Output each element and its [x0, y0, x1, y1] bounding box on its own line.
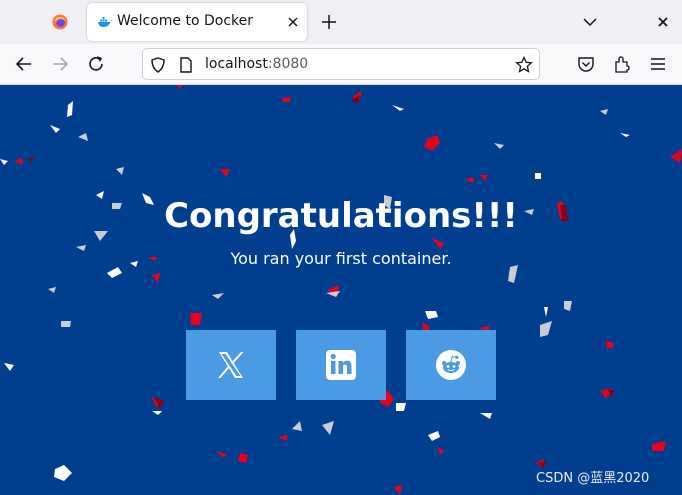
tab-strip: Welcome to Docker: [0, 0, 682, 44]
x-share-button[interactable]: [186, 330, 276, 400]
address-bar[interactable]: localhost:8080: [142, 48, 540, 80]
chevron-down-icon[interactable]: [580, 12, 600, 32]
congratulations-heading: Congratulations!!!: [164, 196, 518, 236]
menu-hamburger-icon[interactable]: [648, 54, 668, 74]
bookmark-star-icon[interactable]: [515, 56, 533, 74]
pocket-icon[interactable]: [576, 54, 596, 74]
browser-tab-active[interactable]: Welcome to Docker: [87, 3, 307, 41]
shield-icon[interactable]: [149, 56, 167, 74]
url-host: localhost: [205, 56, 268, 72]
back-arrow-icon[interactable]: [14, 54, 34, 74]
confetti-decoration: [0, 85, 682, 495]
firefox-icon[interactable]: [52, 14, 68, 30]
new-tab-icon[interactable]: [318, 11, 340, 33]
close-tab-icon[interactable]: [283, 12, 303, 32]
reddit-share-button[interactable]: [406, 330, 496, 400]
reddit-icon: [436, 350, 466, 380]
docker-whale-icon: [98, 17, 113, 27]
reload-icon[interactable]: [86, 54, 106, 74]
x-icon: [218, 352, 244, 378]
page-content: Congratulations!!! You ran your first co…: [0, 85, 682, 495]
tab-title: Welcome to Docker: [117, 13, 254, 29]
url-text[interactable]: localhost:8080: [205, 56, 308, 72]
page-info-icon[interactable]: [177, 56, 195, 74]
forward-arrow-icon[interactable]: [50, 54, 70, 74]
subheading: You ran your first container.: [230, 249, 452, 268]
csdn-watermark: CSDN @蓝黑2020: [536, 471, 650, 486]
linkedin-icon: [326, 350, 356, 380]
url-port: :8080: [267, 56, 309, 72]
linkedin-share-button[interactable]: [296, 330, 386, 400]
extensions-icon[interactable]: [612, 54, 632, 74]
navigation-toolbar: localhost:8080: [0, 44, 682, 85]
window-close-icon[interactable]: [653, 12, 673, 32]
